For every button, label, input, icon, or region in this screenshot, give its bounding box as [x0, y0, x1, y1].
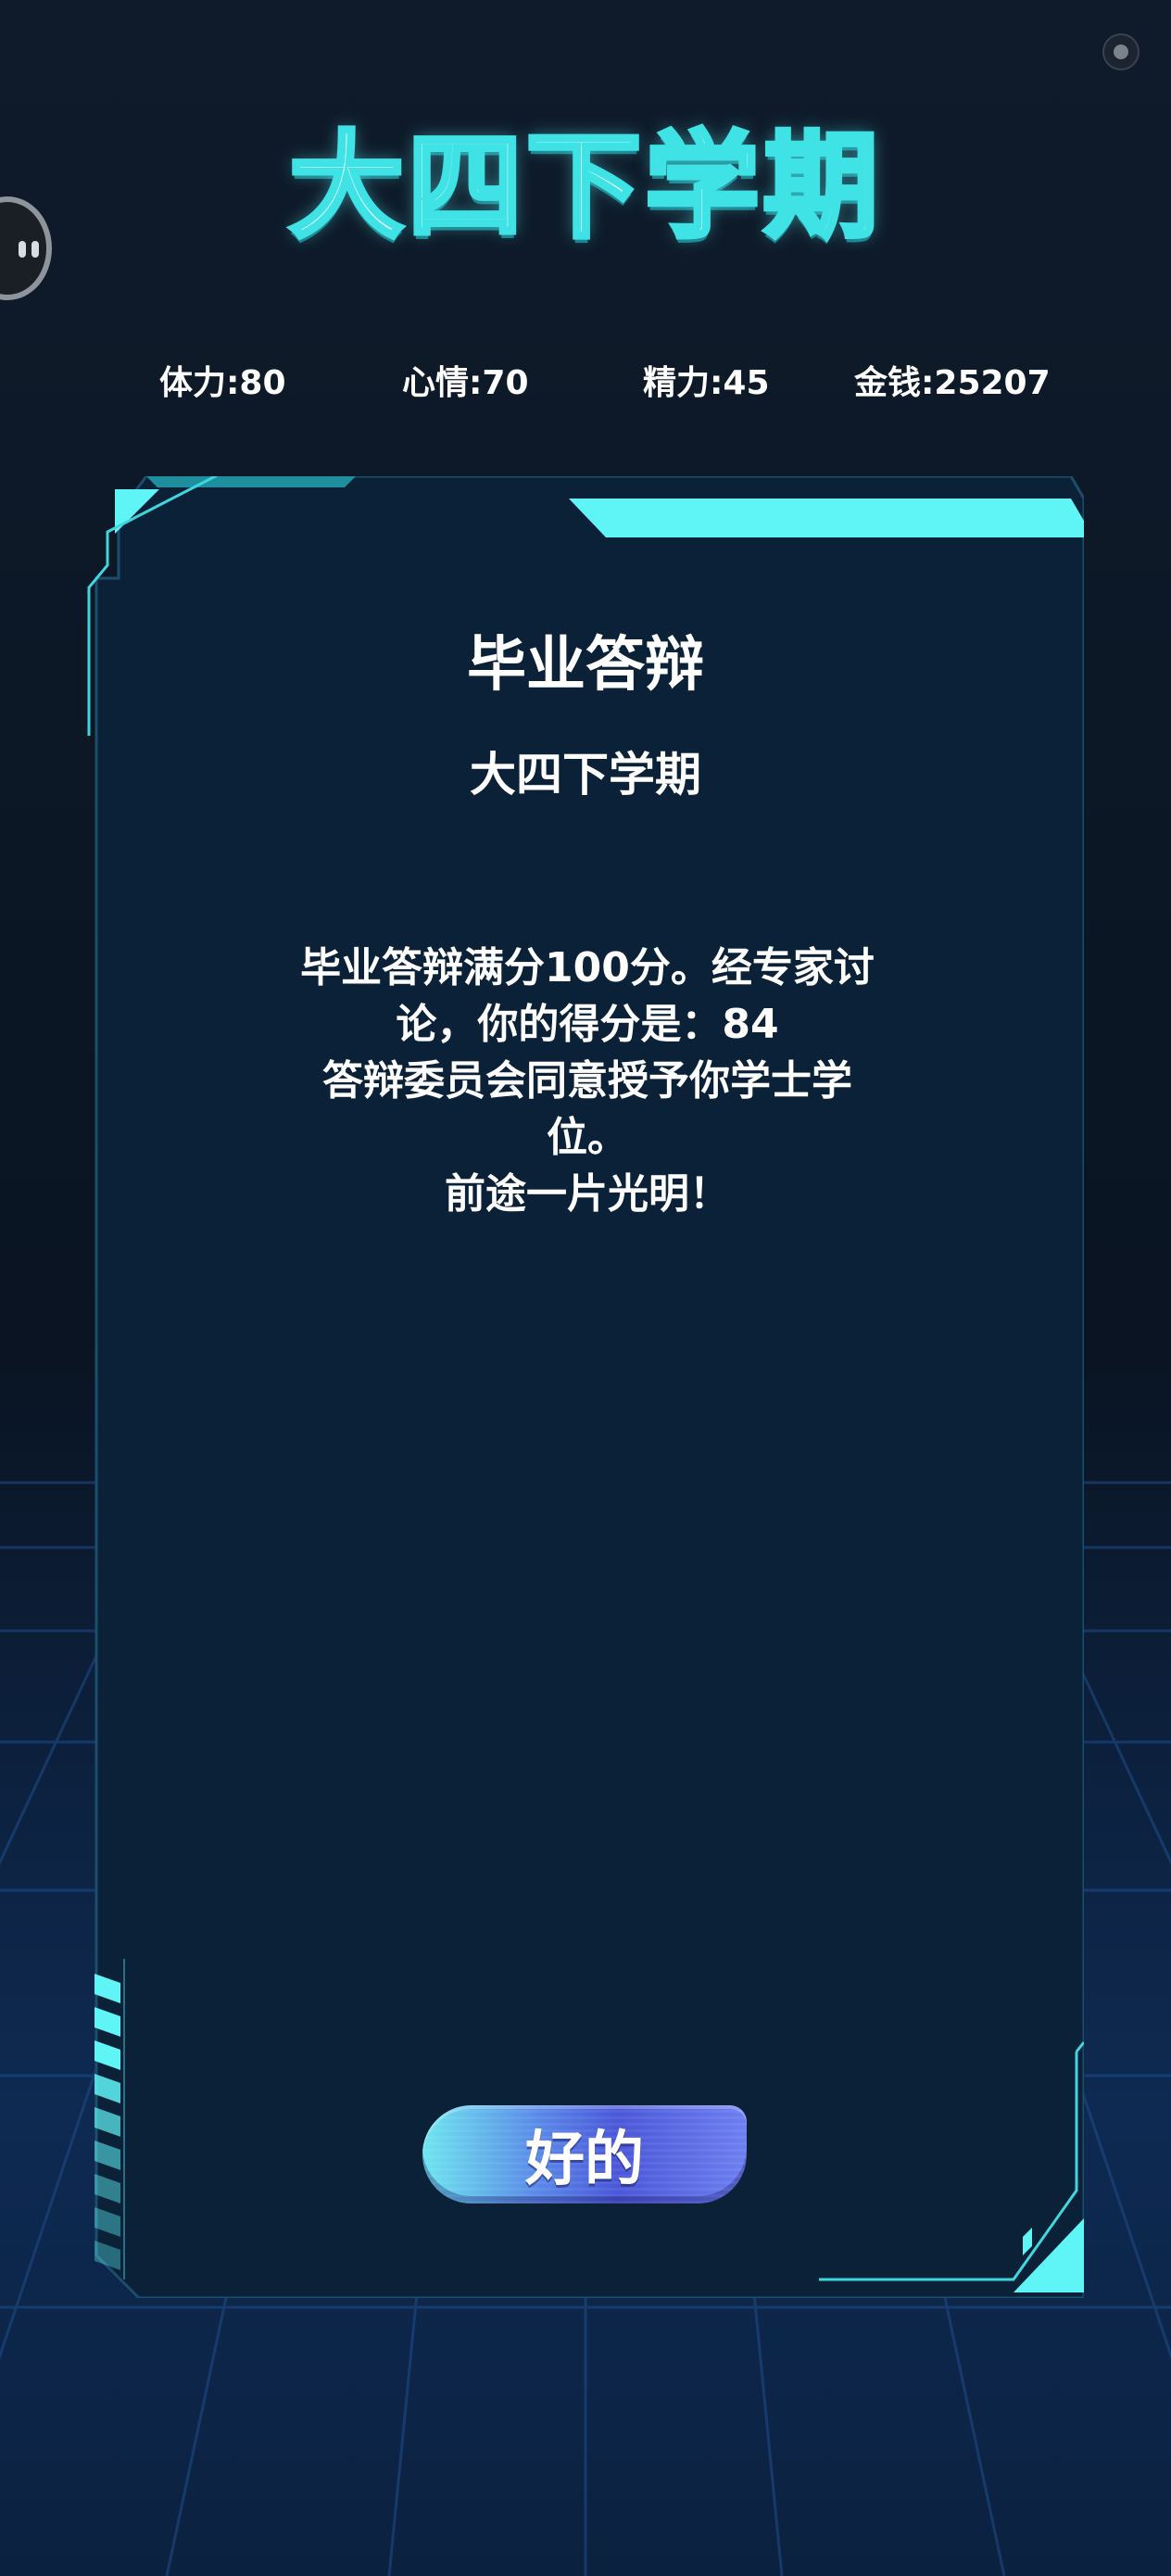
event-description-line: 前途一片光明！ [445, 1170, 730, 1218]
close-icon-dot [1114, 44, 1128, 59]
event-subtitle: 大四下学期 [470, 748, 701, 802]
page-title: 大四下学期 [286, 119, 882, 257]
stat-energy: 精力:45 [643, 364, 770, 402]
event-description-line: 答辩委员会同意授予你学士学 [322, 1057, 852, 1105]
event-description: 毕业答辩满分100分。经专家讨 论，你的得分是：84 答辩委员会同意授予你学士学… [245, 940, 930, 1222]
close-icon[interactable] [1102, 33, 1140, 70]
event-description-line: 毕业答辩满分100分。经专家讨 [300, 944, 875, 991]
event-description-line: 论，你的得分是：84 [396, 1001, 779, 1048]
stats-bar: 体力:80 心情:70 精力:45 金钱:25207 [0, 356, 1171, 402]
stat-stamina: 体力:80 [159, 364, 286, 402]
confirm-button-label: 好的 [525, 2126, 644, 2194]
event-title: 毕业答辩 [467, 631, 704, 700]
event-card: 毕业答辩 大四下学期 毕业答辩满分100分。经专家讨 论，你的得分是：84 答辩… [87, 476, 1084, 2298]
confirm-button[interactable]: 好的 [422, 2105, 747, 2203]
stat-money: 金钱:25207 [854, 364, 1051, 402]
event-description-line: 位。 [547, 1114, 628, 1161]
stat-mood: 心情:70 [402, 364, 529, 402]
